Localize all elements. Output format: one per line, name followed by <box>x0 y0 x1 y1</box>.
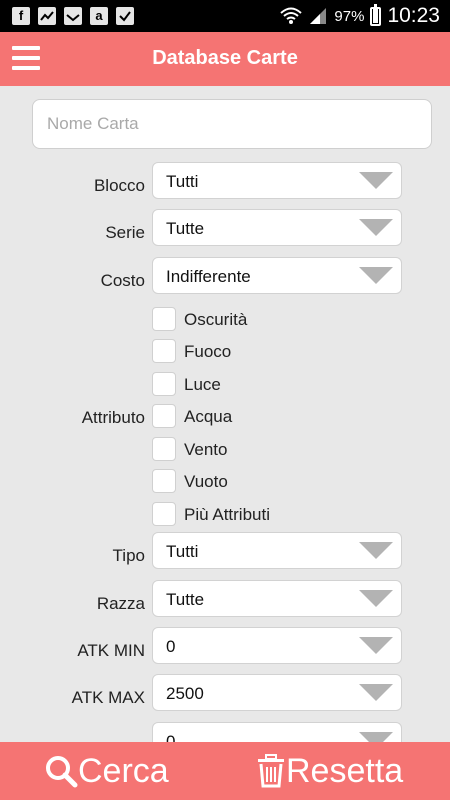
serie-label: Serie <box>105 223 145 242</box>
checkbox-label-vento: Vento <box>184 440 228 459</box>
filter-form[interactable]: Blocco Tutti Serie Tutte Costo Indiffere… <box>0 86 450 742</box>
checkbox-luce[interactable] <box>152 372 176 396</box>
atk-max-select[interactable]: 2500 <box>152 674 402 711</box>
serie-value: Tutte <box>166 219 205 238</box>
checkbox-acqua[interactable] <box>152 404 176 428</box>
costo-label: Costo <box>100 271 145 290</box>
atk-min-value: 0 <box>166 637 176 656</box>
facebook-icon: f <box>12 7 30 25</box>
dropdown-arrow-icon <box>359 590 393 607</box>
checkbox-piu-attributi[interactable] <box>152 502 176 526</box>
status-bar: f a 97% 10:23 <box>0 0 450 32</box>
dropdown-arrow-icon <box>359 267 393 284</box>
dropdown-arrow-icon <box>359 732 393 742</box>
checkbox-label-luce: Luce <box>184 375 221 394</box>
reset-button-label: Resetta <box>286 751 404 790</box>
app-bar: Database Carte <box>0 32 450 86</box>
atk-max-value: 2500 <box>166 684 204 703</box>
dropdown-arrow-icon <box>359 172 393 189</box>
notification-icons: f a <box>12 7 134 25</box>
attributo-label: Attributo <box>81 408 145 427</box>
dropdown-arrow-icon <box>359 637 393 654</box>
battery-percent: 97% <box>334 7 365 25</box>
dropdown-arrow-icon <box>359 542 393 559</box>
checkbox-fuoco[interactable] <box>152 339 176 363</box>
next-filter-select[interactable]: 0 <box>152 722 402 742</box>
page-title: Database Carte <box>152 47 298 69</box>
tipo-label: Tipo <box>112 546 145 565</box>
dropdown-arrow-icon <box>359 219 393 236</box>
razza-label: Razza <box>96 594 145 613</box>
checkbox-label-piu-attributi: Più Attributi <box>184 505 270 524</box>
next-filter-value: 0 <box>166 732 176 742</box>
amazon-icon: a <box>90 7 108 25</box>
blocco-value: Tutti <box>166 172 199 191</box>
tipo-value: Tutti <box>166 542 199 561</box>
checkbox-label-oscurita: Oscurità <box>184 310 248 329</box>
tipo-select[interactable]: Tutti <box>152 532 402 569</box>
reset-button[interactable]: Resetta <box>256 742 403 800</box>
card-name-input[interactable] <box>32 99 432 149</box>
search-button[interactable]: Cerca <box>44 742 169 800</box>
task-icon <box>116 7 134 25</box>
dropdown-arrow-icon <box>359 684 393 701</box>
blocco-label: Blocco <box>93 176 145 195</box>
trash-icon <box>258 754 284 788</box>
checkbox-oscurita[interactable] <box>152 307 176 331</box>
inbox-icon <box>64 7 82 25</box>
signal-icon <box>310 8 327 24</box>
costo-value: Indifferente <box>166 267 251 286</box>
atk-min-select[interactable]: 0 <box>152 627 402 664</box>
razza-value: Tutte <box>166 590 205 609</box>
wifi-icon <box>280 7 303 24</box>
checkbox-label-vuoto: Vuoto <box>184 472 228 491</box>
atk-min-label: ATK MIN <box>77 641 145 660</box>
checkbox-vento[interactable] <box>152 437 176 461</box>
search-icon <box>46 756 78 788</box>
checkbox-vuoto[interactable] <box>152 469 176 493</box>
search-button-label: Cerca <box>78 751 169 790</box>
gallery-icon <box>38 7 56 25</box>
bottom-action-bar: Cerca Resetta <box>0 742 450 800</box>
blocco-select[interactable]: Tutti <box>152 162 402 199</box>
razza-select[interactable]: Tutte <box>152 580 402 617</box>
costo-select[interactable]: Indifferente <box>152 257 402 294</box>
battery-icon <box>370 3 382 26</box>
atk-max-label: ATK MAX <box>71 688 145 707</box>
serie-select[interactable]: Tutte <box>152 209 402 246</box>
checkbox-label-fuoco: Fuoco <box>184 342 232 361</box>
clock: 10:23 <box>387 4 440 27</box>
checkbox-label-acqua: Acqua <box>184 407 233 426</box>
